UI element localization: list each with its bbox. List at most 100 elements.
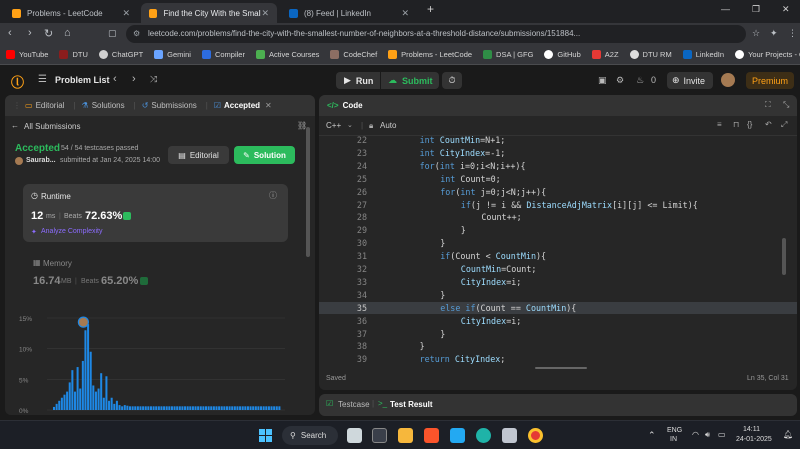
close-icon[interactable]: ✕ [265, 101, 272, 110]
chart-bar[interactable] [165, 406, 168, 410]
chart-bar[interactable] [68, 382, 71, 410]
chart-bar[interactable] [147, 406, 150, 410]
chart-bar[interactable] [244, 406, 247, 410]
widgets-icon[interactable] [372, 428, 387, 443]
shuffle-icon[interactable]: ⤨ [150, 74, 157, 85]
chart-bar[interactable] [236, 406, 239, 410]
code-line[interactable]: 27 if(j != i && DistanceAdjMatrix[i][j] <… [319, 199, 797, 212]
chart-bar[interactable] [210, 406, 213, 410]
menu-icon[interactable]: ⋮ [788, 28, 797, 39]
bookmark-dtu-rm[interactable]: DTU RM [629, 50, 672, 59]
chart-bar[interactable] [254, 406, 257, 410]
code-line[interactable]: 33 CityIndex=i; [319, 276, 797, 289]
chart-bar[interactable] [181, 406, 184, 410]
chart-bar[interactable] [92, 385, 95, 410]
code-line[interactable]: 37} [319, 328, 797, 341]
battery-icon[interactable]: ▭ [718, 430, 726, 439]
chart-bar[interactable] [102, 397, 105, 410]
chart-bar[interactable] [273, 406, 276, 410]
chart-bar[interactable] [220, 406, 223, 410]
chart-bar[interactable] [157, 406, 160, 410]
maximize-icon[interactable]: ⛶ [765, 100, 771, 110]
chart-bar[interactable] [249, 406, 252, 410]
browser-tab-linkedin[interactable]: (8) Feed | LinkedIn ✕ [281, 3, 417, 23]
bookmark-gfg[interactable]: DSA | GFG [483, 50, 533, 59]
bookmark-chatgpt[interactable]: ChatGPT [98, 50, 143, 59]
chart-bar[interactable] [87, 324, 90, 410]
editorial-button[interactable]: ▤ Editorial [168, 146, 229, 164]
chart-bar[interactable] [84, 330, 87, 410]
bookmark-projects[interactable]: Your Projects - Over... [735, 50, 800, 59]
analyze-complexity-link[interactable]: Analyze Complexity [41, 228, 102, 235]
run-button[interactable]: ▶ Run [336, 72, 380, 89]
tab-search-icon[interactable]: ▢ [108, 28, 117, 39]
chart-bar[interactable] [189, 406, 192, 410]
wifi-icon[interactable]: ◠ [692, 430, 699, 439]
runtime-card[interactable]: ◷ Runtime ⓘ 12 ms | Beats 72.63% ✦ Analy… [23, 184, 288, 242]
chart-bar[interactable] [152, 406, 155, 410]
chart-bar[interactable] [246, 406, 249, 410]
tab-testcase[interactable]: Testcase [338, 400, 370, 409]
chart-bar[interactable] [53, 406, 56, 410]
chart-bar[interactable] [76, 367, 79, 410]
chart-bar[interactable] [257, 406, 260, 410]
bookmark-compiler[interactable]: Compiler [201, 50, 245, 59]
code-line[interactable]: 39 return CityIndex; [319, 353, 797, 366]
chart-bar[interactable] [262, 406, 265, 410]
code-line[interactable]: 30} [319, 237, 797, 250]
chart-bar[interactable] [168, 406, 171, 410]
chart-bar[interactable] [252, 406, 255, 410]
chart-bar[interactable] [270, 406, 273, 410]
close-tab-icon[interactable]: ✕ [401, 8, 409, 19]
bookmark-youtube[interactable]: YouTube [6, 50, 48, 59]
chart-bar[interactable] [136, 406, 139, 410]
chart-bar[interactable] [100, 373, 103, 410]
chart-bar[interactable] [260, 406, 263, 410]
vscode-icon[interactable] [450, 428, 465, 443]
code-line[interactable]: 31 if(Count < CountMin){ [319, 250, 797, 263]
bookmark-dtu[interactable]: DTU [59, 50, 88, 59]
tab-submissions[interactable]: ↺ Submissions [142, 101, 197, 110]
chart-bar[interactable] [105, 376, 108, 410]
chart-bar[interactable] [194, 406, 197, 410]
chart-bar[interactable] [184, 406, 187, 410]
chart-bar[interactable] [123, 405, 126, 410]
tray-chevron-icon[interactable]: ⌃ [648, 430, 656, 441]
chart-bar[interactable] [170, 406, 173, 410]
chart-bar[interactable] [228, 406, 231, 410]
chart-bar[interactable] [233, 406, 236, 410]
chart-bar[interactable] [191, 406, 194, 410]
chart-bar[interactable] [73, 391, 76, 410]
leetcode-logo-icon[interactable]: ⓛ [11, 72, 24, 91]
chart-bar[interactable] [225, 406, 228, 410]
chart-bar[interactable] [60, 397, 63, 410]
task-view-icon[interactable] [347, 428, 362, 443]
chart-bar[interactable] [139, 406, 142, 410]
username[interactable]: Saurab... [26, 157, 56, 164]
code-line[interactable]: 35 else if(Count == CountMin){ [319, 301, 797, 315]
solution-button[interactable]: ✎ Solution [234, 146, 295, 164]
bookmark-active-courses[interactable]: Active Courses [255, 50, 319, 59]
code-line[interactable]: 24 for(int i=0;i<N;i++){ [319, 160, 797, 173]
chart-bar[interactable] [149, 406, 152, 410]
chart-bar[interactable] [126, 405, 129, 410]
brave-icon[interactable] [424, 428, 439, 443]
prev-problem-icon[interactable]: ‹ [113, 73, 117, 85]
volume-icon[interactable]: 🔊︎ [705, 430, 710, 440]
chart-bar[interactable] [94, 391, 97, 410]
chart-bar[interactable] [199, 406, 202, 410]
chart-bar[interactable] [278, 406, 281, 410]
chart-bar[interactable] [79, 388, 82, 410]
close-tab-icon[interactable]: ✕ [122, 8, 130, 19]
chart-bar[interactable] [212, 406, 215, 410]
home-icon[interactable]: ⌂ [64, 27, 71, 39]
minimize-icon[interactable]: — [721, 4, 730, 14]
browser-tab-problems[interactable]: Problems - LeetCode ✕ [4, 3, 138, 23]
chart-bar[interactable] [131, 406, 134, 410]
premium-button[interactable]: Premium [746, 72, 794, 89]
chart-bar[interactable] [202, 406, 205, 410]
chart-bar[interactable] [218, 406, 221, 410]
chart-bar[interactable] [55, 403, 58, 410]
chart-bar[interactable] [81, 360, 84, 410]
site-info-icon[interactable]: ⚙ [133, 25, 140, 43]
